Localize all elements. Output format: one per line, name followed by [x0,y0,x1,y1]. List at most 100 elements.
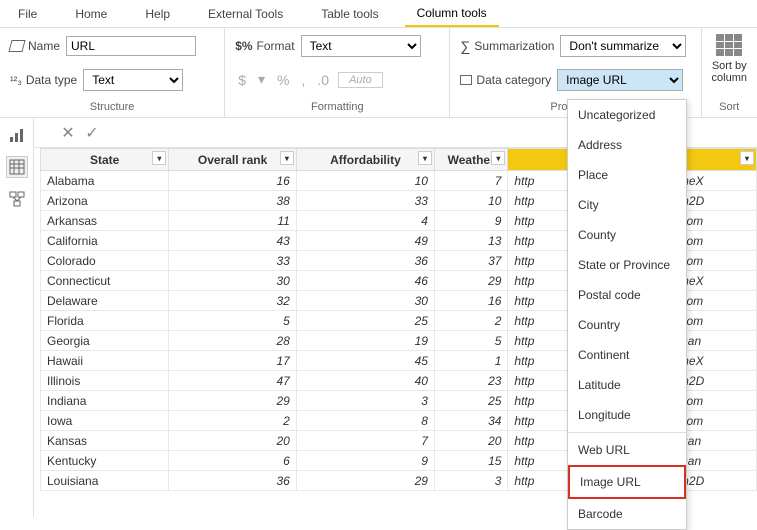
cell-state[interactable]: Delaware [41,291,169,311]
cell-affordability[interactable]: 36 [296,251,434,271]
commit-button[interactable]: ✓ [80,121,104,145]
cell-state[interactable]: Indiana [41,391,169,411]
column-filter-icon[interactable]: ▾ [418,151,432,165]
cell-rank[interactable]: 36 [169,471,297,491]
cell-affordability[interactable]: 40 [296,371,434,391]
column-filter-icon[interactable]: ▾ [491,151,505,165]
dropdown-item-city[interactable]: City [568,190,686,220]
menu-item-table-tools[interactable]: Table tools [309,2,390,26]
cell-rank[interactable]: 33 [169,251,297,271]
cell-affordability[interactable]: 46 [296,271,434,291]
cell-affordability[interactable]: 19 [296,331,434,351]
cell-state[interactable]: Kansas [41,431,169,451]
cell-state[interactable]: Illinois [41,371,169,391]
cell-weather[interactable]: 10 [434,191,507,211]
dropdown-item-latitude[interactable]: Latitude [568,370,686,400]
cell-affordability[interactable]: 9 [296,451,434,471]
summarization-select[interactable]: Don't summarize [560,35,686,57]
dropdown-item-uncategorized[interactable]: Uncategorized [568,100,686,130]
cell-affordability[interactable]: 49 [296,231,434,251]
column-filter-icon[interactable]: ▾ [740,151,754,165]
decimal-auto[interactable]: Auto [338,72,383,88]
cell-weather[interactable]: 20 [434,431,507,451]
cell-rank[interactable]: 6 [169,451,297,471]
cell-affordability[interactable]: 4 [296,211,434,231]
cell-affordability[interactable]: 10 [296,171,434,191]
percent-icon[interactable]: % [274,72,292,88]
cell-state[interactable]: Hawaii [41,351,169,371]
cell-state[interactable]: Iowa [41,411,169,431]
cell-affordability[interactable]: 45 [296,351,434,371]
menu-item-file[interactable]: File [6,2,49,26]
dropdown-item-image-url[interactable]: Image URL [568,465,686,499]
sort-by-column-button[interactable]: Sort by column [712,34,747,84]
cell-weather[interactable]: 37 [434,251,507,271]
cell-weather[interactable]: 29 [434,271,507,291]
cell-weather[interactable]: 13 [434,231,507,251]
cell-state[interactable]: Louisiana [41,471,169,491]
cell-weather[interactable]: 2 [434,311,507,331]
column-header-weather[interactable]: Weather▾ [434,149,507,171]
data-type-select[interactable]: Text [83,69,183,91]
cell-state[interactable]: Georgia [41,331,169,351]
cell-rank[interactable]: 47 [169,371,297,391]
cell-weather[interactable]: 3 [434,471,507,491]
dropdown-item-longitude[interactable]: Longitude [568,400,686,430]
cell-weather[interactable]: 9 [434,211,507,231]
cell-weather[interactable]: 34 [434,411,507,431]
comma-icon[interactable]: , [298,72,308,88]
cell-affordability[interactable]: 30 [296,291,434,311]
thousands-icon[interactable]: ▾ [255,71,268,88]
menu-item-help[interactable]: Help [133,2,182,26]
model-view-button[interactable] [6,188,28,210]
menu-item-external-tools[interactable]: External Tools [196,2,295,26]
cell-affordability[interactable]: 3 [296,391,434,411]
cancel-button[interactable]: ✕ [56,121,80,145]
dropdown-item-place[interactable]: Place [568,160,686,190]
column-header-overall-rank[interactable]: Overall rank▾ [169,149,297,171]
report-view-button[interactable] [6,124,28,146]
column-header-affordability[interactable]: Affordability▾ [296,149,434,171]
column-name-input[interactable] [66,36,196,56]
cell-rank[interactable]: 20 [169,431,297,451]
cell-weather[interactable]: 15 [434,451,507,471]
column-filter-icon[interactable]: ▾ [152,151,166,165]
cell-rank[interactable]: 29 [169,391,297,411]
cell-state[interactable]: Connecticut [41,271,169,291]
cell-affordability[interactable]: 8 [296,411,434,431]
cell-weather[interactable]: 1 [434,351,507,371]
dropdown-item-address[interactable]: Address [568,130,686,160]
cell-weather[interactable]: 5 [434,331,507,351]
menu-item-home[interactable]: Home [63,2,119,26]
format-select[interactable]: Text [301,35,421,57]
currency-icon[interactable]: $ [235,72,249,88]
cell-rank[interactable]: 2 [169,411,297,431]
cell-state[interactable]: California [41,231,169,251]
cell-rank[interactable]: 43 [169,231,297,251]
dropdown-item-country[interactable]: Country [568,310,686,340]
dropdown-item-web-url[interactable]: Web URL [568,435,686,465]
cell-weather[interactable]: 7 [434,171,507,191]
cell-rank[interactable]: 11 [169,211,297,231]
cell-weather[interactable]: 16 [434,291,507,311]
cell-affordability[interactable]: 33 [296,191,434,211]
dropdown-item-postal-code[interactable]: Postal code [568,280,686,310]
cell-rank[interactable]: 17 [169,351,297,371]
cell-rank[interactable]: 28 [169,331,297,351]
cell-state[interactable]: Kentucky [41,451,169,471]
cell-weather[interactable]: 23 [434,371,507,391]
menu-item-column-tools[interactable]: Column tools [405,1,499,27]
cell-affordability[interactable]: 7 [296,431,434,451]
dropdown-item-continent[interactable]: Continent [568,340,686,370]
data-category-select[interactable]: Image URL [557,69,683,91]
data-view-button[interactable] [6,156,28,178]
cell-state[interactable]: Florida [41,311,169,331]
cell-rank[interactable]: 38 [169,191,297,211]
cell-rank[interactable]: 30 [169,271,297,291]
column-filter-icon[interactable]: ▾ [280,151,294,165]
cell-state[interactable]: Arizona [41,191,169,211]
column-header-state[interactable]: State▾ [41,149,169,171]
cell-affordability[interactable]: 29 [296,471,434,491]
dropdown-item-state-or-province[interactable]: State or Province [568,250,686,280]
decimal-icon[interactable]: .0 [314,72,332,88]
